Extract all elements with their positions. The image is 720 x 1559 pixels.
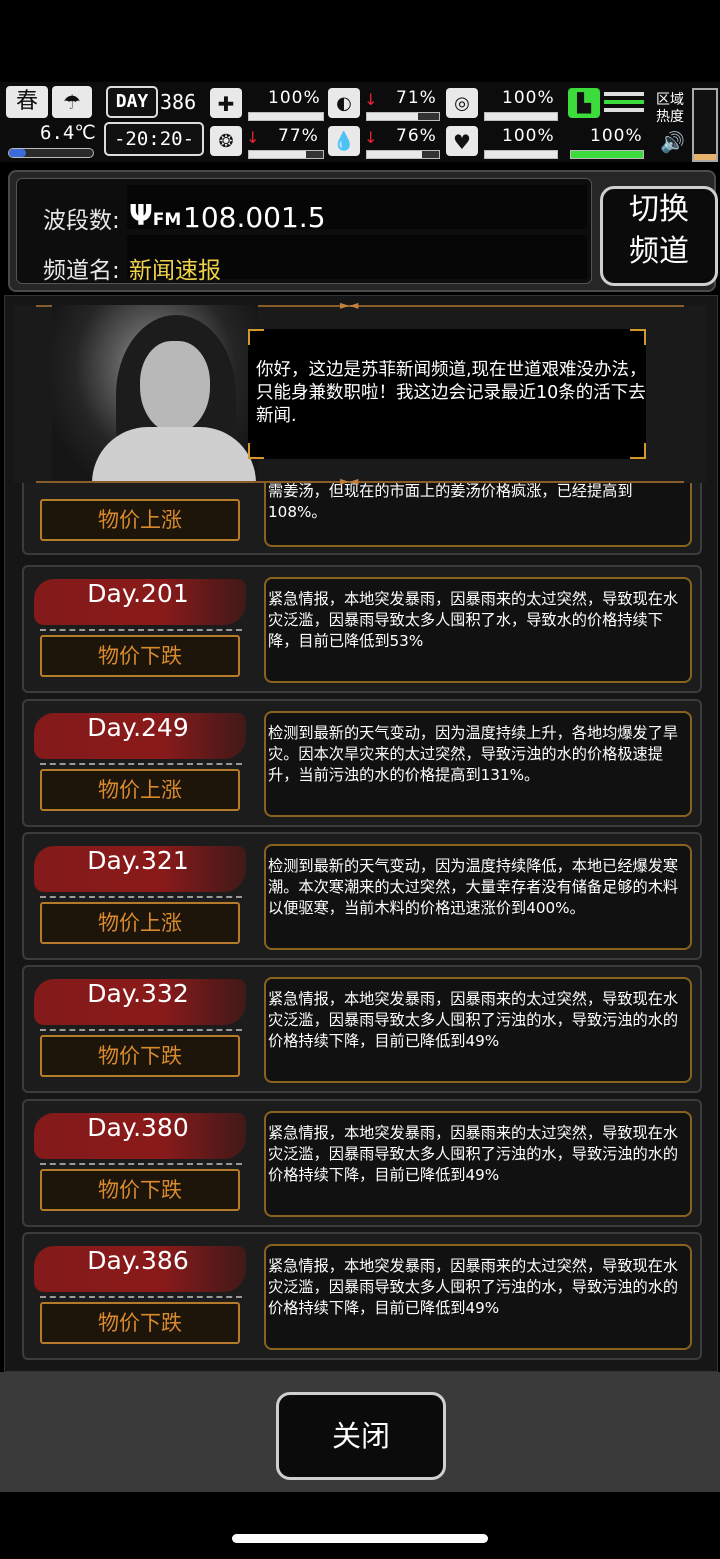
news-day: Day.249: [87, 713, 189, 742]
news-anchor-banner: ►◄ 你好，这边是苏菲新闻频道,现在世道艰难没办法，只能身兼数职啦！我这边会记录…: [14, 298, 706, 488]
temperature: 6.4℃: [40, 122, 96, 144]
mind-value: 77%: [278, 126, 319, 146]
news-text: 检测到最新的天气变动，因为温度持续上升，各地均爆发了旱灾。因本次旱灾来的太过突然…: [268, 724, 679, 784]
water-drop-icon: 💧: [328, 126, 360, 156]
mind-down-arrow-icon: ↓: [246, 128, 260, 147]
radio-info-panel: 波段数: ΨFM 108.001.5 频道名: 新闻速报: [16, 178, 592, 284]
home-indicator[interactable]: [232, 1534, 488, 1543]
anchor-speech-text: 你好，这边是苏菲新闻频道,现在世道艰难没办法，只能身兼数职啦！我这边会记录最近1…: [256, 360, 647, 426]
news-card: Day.201 物价下跌 紧急情报，本地突发暴雨，因暴雨来的太过突然，导致现在水…: [22, 565, 702, 693]
news-day: Day.201: [87, 579, 189, 608]
speaker-icon[interactable]: 🔊: [660, 130, 685, 154]
soap-icon: ◎: [446, 88, 478, 118]
thirst-down-arrow-icon: ↓: [364, 128, 378, 147]
news-text-box: 紧急情报，本地突发暴雨，因暴雨来的太过突然，导致现在水灾泛滥，因暴雨导致太多人囤…: [264, 1244, 692, 1350]
radio-tuner: 波段数: ΨFM 108.001.5 频道名: 新闻速报 切换 频道: [8, 170, 718, 292]
price-tag: 物价上涨: [40, 769, 240, 811]
news-text-box: 紧急情报，本地突发暴雨，因暴雨来的太过突然，导致现在水灾泛滥，因暴雨导致太多人囤…: [264, 577, 692, 683]
stomach-icon: ◐: [328, 88, 360, 118]
region-heat-meter: [692, 88, 718, 162]
health-bar: [248, 112, 324, 121]
day-number: 386: [160, 90, 197, 114]
hygiene-value: 100%: [502, 88, 555, 108]
price-tag: 物价下跌: [40, 1035, 240, 1077]
mood-value: 100%: [502, 126, 555, 146]
news-text-box: 需姜汤，但现在的市面上的姜汤价格疯涨，已经提高到108%。: [264, 483, 692, 547]
news-text: 紧急情报，本地突发暴雨，因暴雨来的太过突然，导致现在水灾泛滥，因暴雨导致太多人囤…: [268, 1257, 679, 1317]
news-card: Day.380 物价下跌 紧急情报，本地突发暴雨，因暴雨来的太过突然，导致现在水…: [22, 1099, 702, 1227]
price-tag: 物价下跌: [40, 1169, 240, 1211]
news-text: 紧急情报，本地突发暴雨，因暴雨来的太过突然，导致现在水灾泛滥，因暴雨导致太多人囤…: [268, 1124, 679, 1184]
price-tag: 物价下跌: [40, 1302, 240, 1344]
mood-bar: [484, 150, 558, 159]
temperature-bar: [8, 148, 94, 158]
ornament-arrow-icon: ►◄: [340, 474, 359, 488]
anchor-portrait: [52, 305, 258, 483]
ornament-arrow-icon: ►◄: [340, 298, 359, 312]
price-tag: 物价上涨: [40, 902, 240, 944]
news-card: Day.386 物价下跌 紧急情报，本地突发暴雨，因暴雨来的太过突然，导致现在水…: [22, 1232, 702, 1360]
mind-bar: [248, 150, 324, 159]
footer-bar: 关闭: [0, 1372, 720, 1492]
stamina-bar: [570, 150, 644, 159]
stamina-lines-icon: [604, 92, 644, 96]
rain-weather-icon: ☂: [52, 86, 92, 118]
status-hud: 春 ☂ 6.4℃ DAY 386 -20:20- ✚ 100% ◐ ↓ 71% …: [0, 82, 720, 162]
news-day: Day.386: [87, 1246, 189, 1275]
channel-label: 频道名:: [43, 258, 120, 284]
frequency-value: 108.001.5: [183, 201, 326, 234]
news-text-box: 紧急情报，本地突发暴雨，因暴雨来的太过突然，导致现在水灾泛滥，因暴雨导致太多人囤…: [264, 1111, 692, 1217]
price-tag: 物价下跌: [40, 635, 240, 677]
medkit-icon: ✚: [210, 88, 242, 118]
channel-name: 新闻速报: [129, 258, 221, 284]
hunger-down-arrow-icon: ↓: [364, 90, 378, 109]
stamina-value: 100%: [590, 126, 643, 146]
game-clock: -20:20-: [104, 122, 204, 156]
hygiene-bar: [484, 112, 558, 121]
news-day: Day.332: [87, 979, 189, 1008]
thirst-bar: [366, 150, 440, 159]
news-text: 紧急情报，本地突发暴雨，因暴雨来的太过突然，导致现在水灾泛滥，因暴雨导致太多人囤…: [268, 590, 679, 650]
news-text-box: 紧急情报，本地突发暴雨，因暴雨来的太过突然，导致现在水灾泛滥，因暴雨导致太多人囤…: [264, 977, 692, 1083]
health-value: 100%: [268, 88, 321, 108]
region-heat-label: 区域 热度: [656, 92, 684, 125]
season-badge: 春: [6, 86, 48, 118]
day-label: DAY: [106, 86, 158, 118]
hunger-value: 71%: [396, 88, 437, 108]
news-card: Day.321 物价上涨 检测到最新的天气变动，因为温度持续降低，本地已经爆发寒…: [22, 832, 702, 960]
antenna-fm-icon: ΨFM: [129, 199, 182, 232]
news-text: 检测到最新的天气变动，因为温度持续降低，本地已经爆发寒潮。本次寒潮来的太过突然，…: [268, 857, 679, 917]
news-text-box: 检测到最新的天气变动，因为温度持续降低，本地已经爆发寒潮。本次寒潮来的太过突然，…: [264, 844, 692, 950]
switch-channel-button[interactable]: 切换 频道: [600, 186, 718, 286]
news-day: Day.321: [87, 846, 189, 875]
heart-icon: ♥: [446, 126, 478, 156]
news-card: Day.249 物价上涨 检测到最新的天气变动，因为温度持续上升，各地均爆发了旱…: [22, 699, 702, 827]
brain-icon: ❂: [210, 126, 242, 156]
band-label: 波段数:: [43, 208, 120, 234]
thirst-value: 76%: [396, 126, 437, 146]
hunger-bar: [366, 112, 440, 121]
price-tag: 物价上涨: [40, 499, 240, 541]
boot-icon: ▙: [568, 88, 600, 118]
news-text: 紧急情报，本地突发暴雨，因暴雨来的太过突然，导致现在水灾泛滥，因暴雨导致太多人囤…: [268, 990, 679, 1050]
news-card-partial: 物价上涨 需姜汤，但现在的市面上的姜汤价格疯涨，已经提高到108%。: [22, 483, 702, 555]
close-button[interactable]: 关闭: [276, 1392, 446, 1480]
switch-channel-label-1: 切换: [629, 192, 689, 227]
news-card: Day.332 物价下跌 紧急情报，本地突发暴雨，因暴雨来的太过突然，导致现在水…: [22, 965, 702, 1093]
anchor-speech-bubble: 你好，这边是苏菲新闻频道,现在世道艰难没办法，只能身兼数职啦！我这边会记录最近1…: [248, 329, 647, 459]
switch-channel-label-2: 频道: [629, 234, 689, 269]
news-text-box: 检测到最新的天气变动，因为温度持续上升，各地均爆发了旱灾。因本次旱灾来的太过突然…: [264, 711, 692, 817]
news-day: Day.380: [87, 1113, 189, 1142]
news-text: 需姜汤，但现在的市面上的姜汤价格疯涨，已经提高到108%。: [268, 483, 633, 521]
